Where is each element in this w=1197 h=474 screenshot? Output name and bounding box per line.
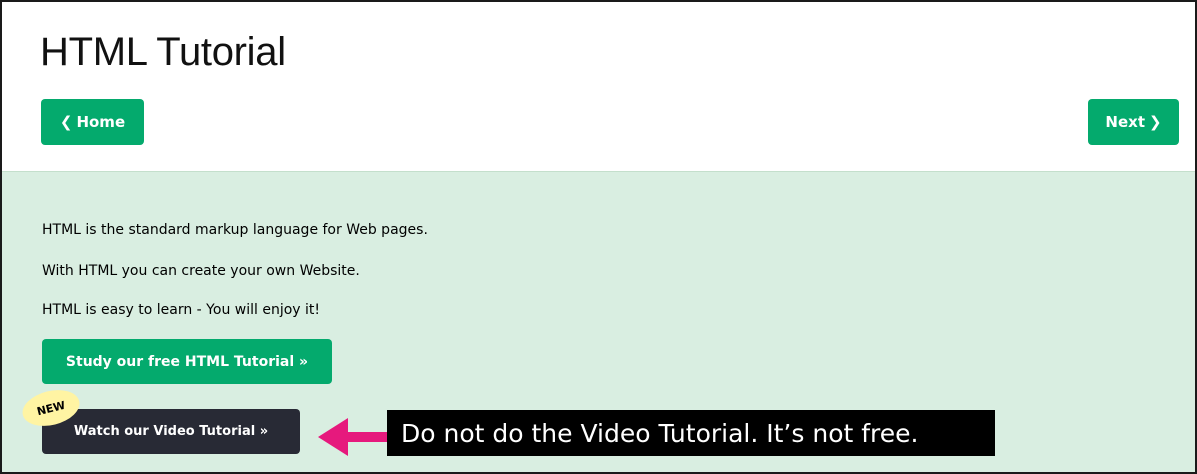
home-button[interactable]: ❮ Home (41, 99, 144, 145)
page-title: HTML Tutorial (40, 30, 286, 74)
home-button-label: Home (76, 113, 126, 131)
intro-paragraph: HTML is easy to learn - You will enjoy i… (42, 302, 321, 318)
next-button-label: Next (1105, 113, 1145, 131)
intro-paragraph: With HTML you can create your own Websit… (42, 263, 360, 279)
intro-paragraph: HTML is the standard markup language for… (42, 222, 428, 238)
annotation-callout: Do not do the Video Tutorial. It’s not f… (387, 410, 995, 456)
next-button[interactable]: Next ❯ (1088, 99, 1179, 145)
arrow-left-icon (318, 418, 390, 456)
browser-frame: HTML Tutorial ❮ Home Next ❯ HTML is the … (0, 0, 1197, 474)
watch-video-tutorial-button[interactable]: Watch our Video Tutorial » (42, 409, 300, 454)
study-tutorial-button[interactable]: Study our free HTML Tutorial » (42, 339, 332, 384)
chevron-left-icon: ❮ (59, 113, 73, 131)
intro-panel: HTML is the standard markup language for… (2, 171, 1195, 472)
chevron-right-icon: ❯ (1149, 113, 1162, 131)
